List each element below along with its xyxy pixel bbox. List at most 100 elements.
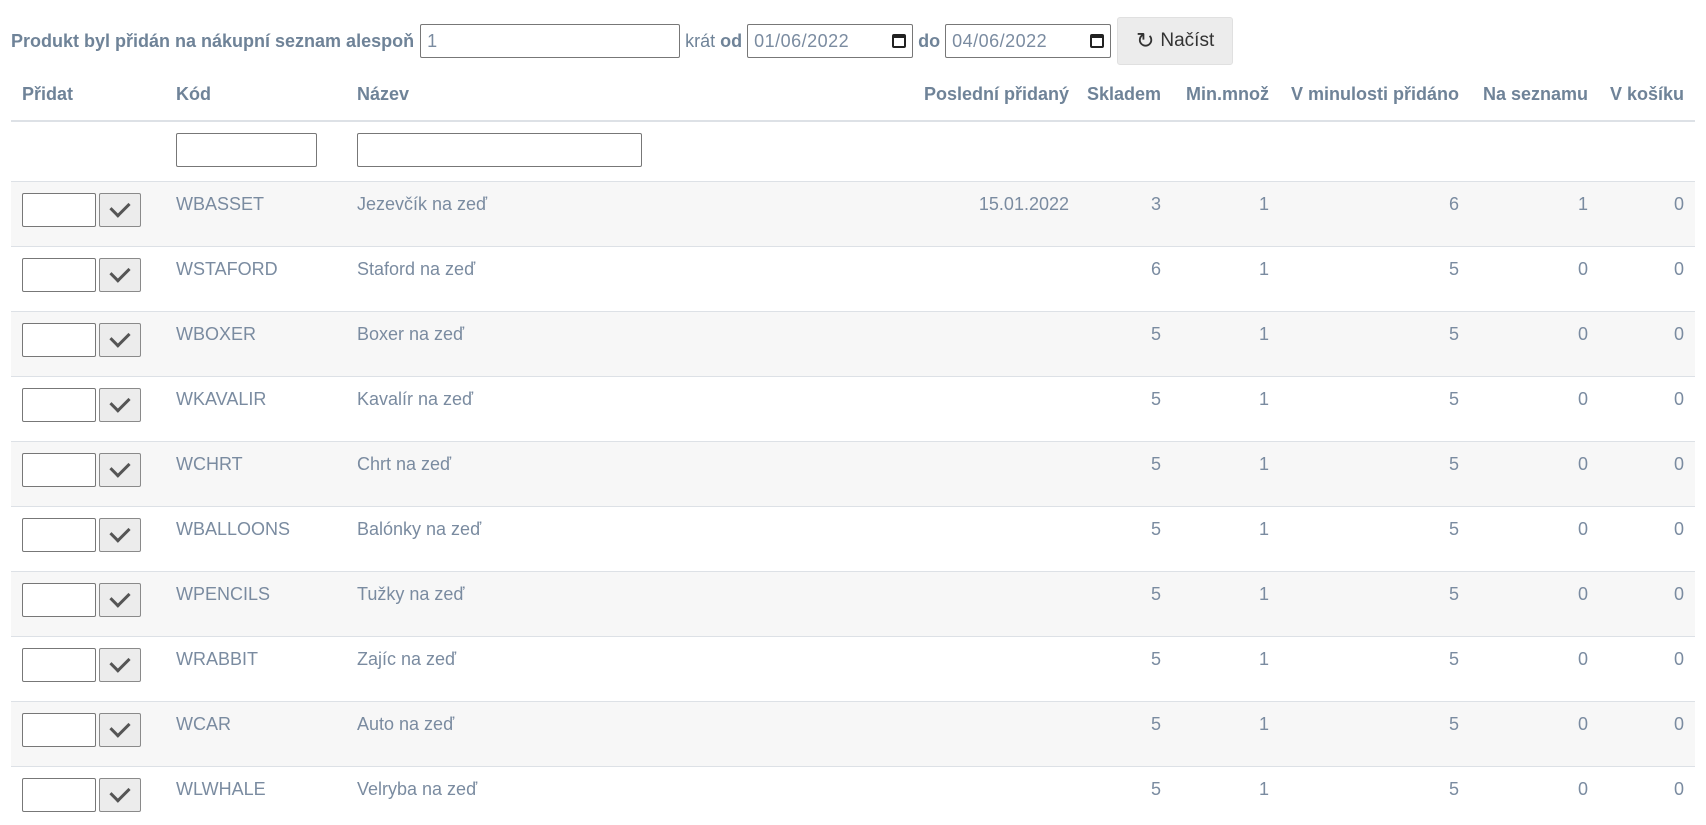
product-name: Jezevčík na zeď — [357, 194, 488, 214]
last-added-date: 15.01.2022 — [978, 194, 1069, 214]
add-to-list-button[interactable] — [99, 258, 141, 292]
table-row: WCAR Auto na zeď 5 1 5 0 0 — [11, 702, 1695, 767]
product-code: WSTAFORD — [176, 259, 278, 279]
check-icon — [109, 521, 131, 543]
in-cart-value: 0 — [1673, 584, 1684, 604]
header-added-in-past[interactable]: V minulosti přidáno — [1291, 76, 1459, 120]
calendar-icon[interactable] — [1090, 34, 1105, 48]
in-stock-value: 5 — [1150, 584, 1161, 604]
min-qty-value: 1 — [1258, 519, 1269, 539]
on-list-value: 0 — [1577, 389, 1588, 409]
in-cart-value: 0 — [1673, 519, 1684, 539]
product-name: Chrt na zeď — [357, 454, 452, 474]
header-in-stock[interactable]: Skladem — [1087, 76, 1161, 120]
product-code: WRABBIT — [176, 649, 259, 669]
add-to-list-button[interactable] — [99, 518, 141, 552]
add-quantity-input[interactable] — [22, 713, 96, 747]
in-stock-value: 5 — [1150, 714, 1161, 734]
name-filter-input[interactable] — [357, 133, 642, 167]
product-name: Zajíc na zeď — [357, 649, 457, 669]
table-row: WBOXER Boxer na zeď 5 1 5 0 0 — [11, 312, 1695, 377]
min-qty-value: 1 — [1258, 389, 1269, 409]
filter-bar: Produkt byl přidán na nákupní seznam ale… — [11, 17, 1234, 65]
added-in-past-value: 5 — [1448, 714, 1459, 734]
product-code: WKAVALIR — [176, 389, 267, 409]
min-qty-value: 1 — [1258, 714, 1269, 734]
check-icon — [109, 326, 131, 348]
check-icon — [109, 586, 131, 608]
product-code: WBALLOONS — [176, 519, 291, 539]
check-icon — [109, 196, 131, 218]
table-row: WPENCILS Tužky na zeď 5 1 5 0 0 — [11, 572, 1695, 637]
header-on-list[interactable]: Na seznamu — [1483, 76, 1588, 120]
to-date-input[interactable]: 04/06/2022 — [945, 24, 1112, 58]
header-in-cart[interactable]: V košíku — [1610, 76, 1684, 120]
on-list-value: 1 — [1577, 194, 1588, 214]
added-in-past-value: 5 — [1448, 389, 1459, 409]
add-to-list-button[interactable] — [99, 713, 141, 747]
on-list-value: 0 — [1577, 324, 1588, 344]
load-button-label: Načíst — [1160, 30, 1215, 51]
add-to-list-button[interactable] — [99, 388, 141, 422]
table-row: WLWHALE Velryba na zeď 5 1 5 0 0 — [11, 767, 1695, 825]
header-last-added[interactable]: Poslední přidaný — [924, 76, 1069, 120]
calendar-icon[interactable] — [892, 34, 907, 48]
add-to-list-button[interactable] — [99, 453, 141, 487]
product-name: Auto na zeď — [357, 714, 455, 734]
min-qty-value: 1 — [1258, 779, 1269, 799]
add-quantity-input[interactable] — [22, 453, 96, 487]
in-cart-value: 0 — [1673, 324, 1684, 344]
product-code: WLWHALE — [176, 779, 266, 799]
added-in-past-value: 5 — [1448, 324, 1459, 344]
added-in-past-value: 5 — [1448, 454, 1459, 474]
on-list-value: 0 — [1577, 519, 1588, 539]
on-list-value: 0 — [1577, 584, 1588, 604]
in-stock-value: 5 — [1150, 454, 1161, 474]
column-filter-row — [11, 122, 1695, 182]
added-in-past-value: 5 — [1448, 649, 1459, 669]
product-name: Balónky na zeď — [357, 519, 482, 539]
header-add[interactable]: Přidat — [22, 76, 73, 120]
add-quantity-input[interactable] — [22, 323, 96, 357]
product-code: WPENCILS — [176, 584, 271, 604]
from-label: od — [720, 30, 743, 51]
add-to-list-button[interactable] — [99, 648, 141, 682]
on-list-value: 0 — [1577, 649, 1588, 669]
add-to-list-button[interactable] — [99, 778, 141, 812]
product-code: WCAR — [176, 714, 231, 734]
add-quantity-input[interactable] — [22, 583, 96, 617]
product-name: Staford na zeď — [357, 259, 476, 279]
add-quantity-input[interactable] — [22, 258, 96, 292]
in-stock-value: 5 — [1150, 519, 1161, 539]
add-quantity-input[interactable] — [22, 388, 96, 422]
product-name: Kavalír na zeď — [357, 389, 474, 409]
code-filter-input[interactable] — [176, 133, 317, 167]
product-name: Velryba na zeď — [357, 779, 478, 799]
add-to-list-button[interactable] — [99, 193, 141, 227]
table-row: WBASSET Jezevčík na zeď 15.01.2022 3 1 6 1 0 — [11, 182, 1695, 247]
add-quantity-input[interactable] — [22, 193, 96, 227]
check-icon — [109, 261, 131, 283]
product-name: Tužky na zeď — [357, 584, 465, 604]
load-button[interactable]: ↻ Načíst — [1117, 17, 1234, 65]
min-count-input[interactable] — [420, 24, 681, 58]
table-header: Přidat Kód Název Poslední přidaný Sklade… — [11, 76, 1695, 122]
table-row: WCHRT Chrt na zeď 5 1 5 0 0 — [11, 442, 1695, 507]
in-stock-value: 5 — [1150, 324, 1161, 344]
products-table: Přidat Kód Název Poslední přidaný Sklade… — [11, 76, 1695, 825]
header-name[interactable]: Název — [357, 76, 409, 120]
on-list-value: 0 — [1577, 779, 1588, 799]
add-to-list-button[interactable] — [99, 583, 141, 617]
product-code: WCHRT — [176, 454, 243, 474]
add-quantity-input[interactable] — [22, 518, 96, 552]
in-stock-value: 5 — [1150, 779, 1161, 799]
in-stock-value: 5 — [1150, 389, 1161, 409]
add-quantity-input[interactable] — [22, 648, 96, 682]
in-cart-value: 0 — [1673, 714, 1684, 734]
header-code[interactable]: Kód — [176, 76, 211, 120]
add-quantity-input[interactable] — [22, 778, 96, 812]
header-min-qty[interactable]: Min.množ — [1186, 76, 1269, 120]
from-date-input[interactable]: 01/06/2022 — [747, 24, 914, 58]
add-to-list-button[interactable] — [99, 323, 141, 357]
in-cart-value: 0 — [1673, 194, 1684, 214]
